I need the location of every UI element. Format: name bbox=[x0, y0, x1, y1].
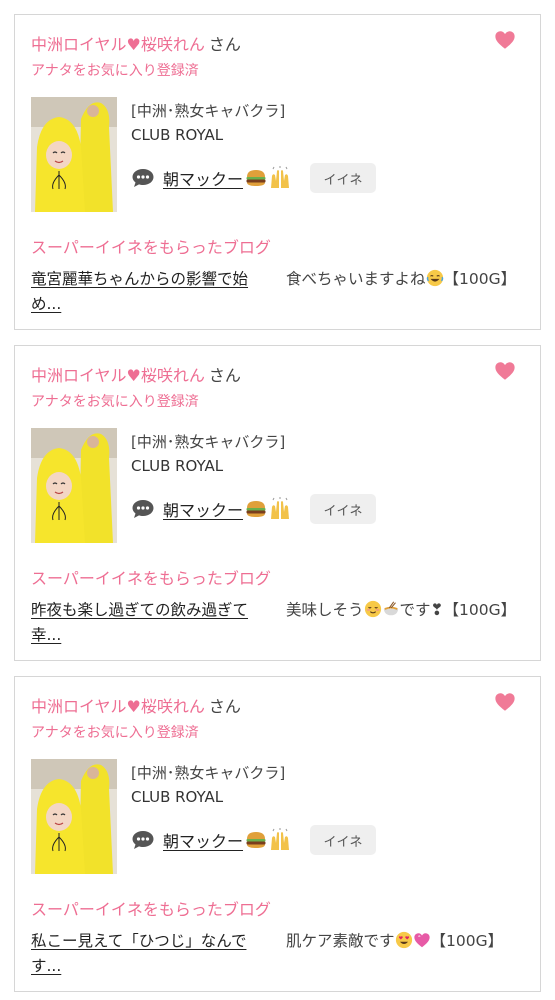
liked-blog-link[interactable]: 私こー見えて「ひつじ」なんです... bbox=[31, 929, 275, 979]
hamburger-emoji-icon bbox=[246, 170, 266, 186]
latest-blog-row: 朝マックー イイネ bbox=[131, 492, 377, 526]
joy-emoji-icon bbox=[426, 269, 443, 287]
comment-points: 【100G】 bbox=[430, 932, 504, 950]
shop-genre: [中洲･熟女キャバクラ] bbox=[131, 102, 286, 120]
comment-text: 食べちゃいますよね 【100G】 bbox=[286, 267, 522, 292]
raised-hands-emoji-icon bbox=[271, 497, 290, 519]
name-heart-icon: ♥ bbox=[126, 366, 141, 385]
name-heart-icon: ♥ bbox=[126, 35, 141, 54]
favorite-status: アナタをお気に入り登録済 bbox=[31, 394, 199, 410]
notification-card-1: 中洲ロイヤル♥桜咲れん さん アナタをお気に入り登録済 [中洲･熟女キャバクラ] … bbox=[14, 14, 541, 330]
relieved-emoji-icon bbox=[364, 600, 381, 618]
profile-photo[interactable] bbox=[31, 759, 117, 874]
comment-body: 食べちゃいますよね bbox=[286, 270, 426, 288]
honorific: さん bbox=[208, 366, 241, 385]
notification-card-2: 中洲ロイヤル♥桜咲れん さん アナタをお気に入り登録済 [中洲･熟女キャバクラ] … bbox=[14, 345, 541, 661]
shop-name: 中洲ロイヤル bbox=[31, 697, 127, 716]
shop-name: 中洲ロイヤル bbox=[31, 366, 127, 385]
speech-bubble-icon bbox=[132, 500, 154, 518]
hamburger-emoji-icon bbox=[246, 501, 266, 517]
comment-text: 肌ケア素敵です 【100G】 bbox=[286, 929, 522, 954]
iine-button[interactable]: イイネ bbox=[310, 825, 377, 855]
girl-name[interactable]: 桜咲れん bbox=[141, 35, 205, 54]
favorite-heart-icon[interactable] bbox=[494, 691, 516, 713]
notification-card-3: 中洲ロイヤル♥桜咲れん さん アナタをお気に入り登録済 [中洲･熟女キャバクラ] … bbox=[14, 676, 541, 992]
club-name: CLUB ROYAL bbox=[131, 788, 224, 806]
comment-body: 肌ケア素敵です bbox=[286, 932, 395, 950]
noodle-emoji-icon bbox=[383, 601, 398, 616]
heart-eyes-emoji-icon bbox=[395, 931, 412, 949]
profile-photo[interactable] bbox=[31, 97, 117, 212]
shop-name: 中洲ロイヤル bbox=[31, 35, 127, 54]
girl-name[interactable]: 桜咲れん bbox=[141, 366, 205, 385]
shop-genre: [中洲･熟女キャバクラ] bbox=[131, 433, 286, 451]
iine-button[interactable]: イイネ bbox=[310, 163, 377, 193]
super-iine-label: スーパーイイネをもらったブログ bbox=[31, 569, 271, 588]
latest-blog-row: 朝マックー イイネ bbox=[131, 823, 377, 857]
blog-title-link[interactable]: 朝マックー bbox=[163, 828, 243, 852]
name-heart-icon: ♥ bbox=[126, 697, 141, 716]
blog-title-link[interactable]: 朝マックー bbox=[163, 166, 243, 190]
profile-photo[interactable] bbox=[31, 428, 117, 543]
comment-points: 【100G】 bbox=[443, 601, 517, 619]
club-name: CLUB ROYAL bbox=[131, 126, 224, 144]
girl-name[interactable]: 桜咲れん bbox=[141, 697, 205, 716]
super-iine-label: スーパーイイネをもらったブログ bbox=[31, 238, 271, 257]
card-header: 中洲ロイヤル♥桜咲れん さん bbox=[31, 693, 241, 716]
speech-bubble-icon bbox=[132, 169, 154, 187]
comment-text: 美味しそう です❣【100G】 bbox=[286, 598, 522, 623]
liked-blog-link[interactable]: 昨夜も楽し過ぎての飲み過ぎて幸... bbox=[31, 598, 275, 648]
favorite-status: アナタをお気に入り登録済 bbox=[31, 63, 199, 79]
super-iine-label: スーパーイイネをもらったブログ bbox=[31, 900, 271, 919]
raised-hands-emoji-icon bbox=[271, 166, 290, 188]
blog-title-link[interactable]: 朝マックー bbox=[163, 497, 243, 521]
liked-blog-link[interactable]: 竜宮麗華ちゃんからの影響で始め... bbox=[31, 267, 275, 317]
comment-body: 美味しそう bbox=[286, 601, 364, 619]
card-header: 中洲ロイヤル♥桜咲れん さん bbox=[31, 362, 241, 385]
favorite-heart-icon[interactable] bbox=[494, 29, 516, 51]
club-name: CLUB ROYAL bbox=[131, 457, 224, 475]
comment-points: 【100G】 bbox=[443, 270, 517, 288]
shop-genre: [中洲･熟女キャバクラ] bbox=[131, 764, 286, 782]
latest-blog-row: 朝マックー イイネ bbox=[131, 161, 377, 195]
honorific: さん bbox=[208, 35, 241, 54]
favorite-status: アナタをお気に入り登録済 bbox=[31, 725, 199, 741]
honorific: さん bbox=[208, 697, 241, 716]
raised-hands-emoji-icon bbox=[271, 828, 290, 850]
iine-button[interactable]: イイネ bbox=[310, 494, 377, 524]
speech-bubble-icon bbox=[132, 831, 154, 849]
favorite-heart-icon[interactable] bbox=[494, 360, 516, 382]
comment-body-after: です❣ bbox=[399, 601, 444, 619]
hamburger-emoji-icon bbox=[246, 832, 266, 848]
pink-heart-emoji-icon bbox=[413, 933, 430, 948]
card-header: 中洲ロイヤル♥桜咲れん さん bbox=[31, 31, 241, 54]
